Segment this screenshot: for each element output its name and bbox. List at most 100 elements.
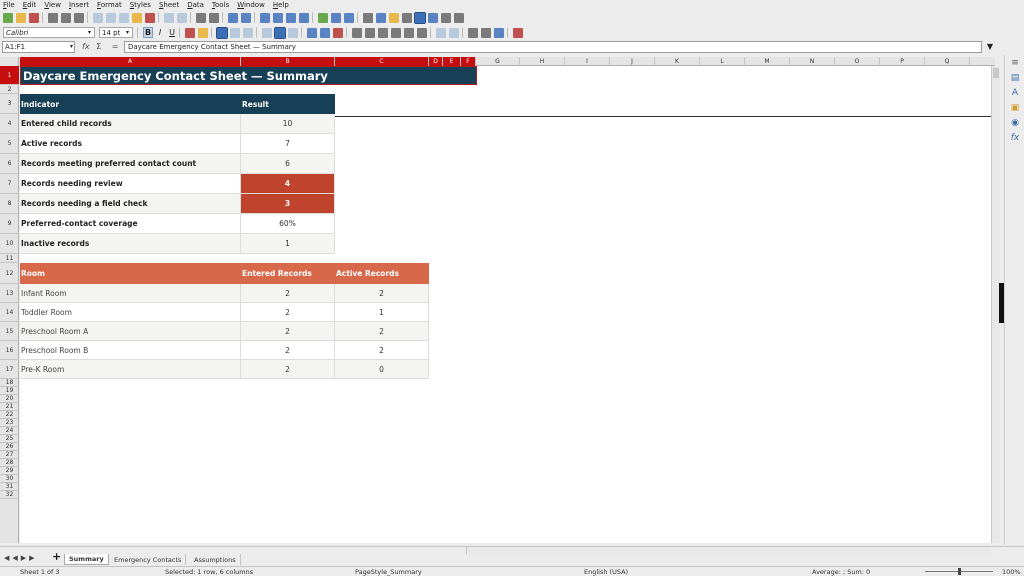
tab-emergency-contacts[interactable]: Emergency Contacts: [110, 554, 187, 565]
save-icon[interactable]: [29, 12, 39, 23]
row-header[interactable]: 20: [0, 395, 19, 403]
equals-icon[interactable]: =: [112, 42, 119, 51]
column-header[interactable]: F: [461, 57, 476, 66]
horizontal-scrollbar[interactable]: [466, 547, 991, 554]
font-color-icon[interactable]: [185, 27, 195, 38]
underline-button[interactable]: U: [167, 28, 177, 37]
room-name-cell[interactable]: Preschool Room B: [20, 341, 241, 360]
border-color-icon[interactable]: [494, 27, 504, 38]
print-icon[interactable]: [61, 12, 71, 23]
menu-tools[interactable]: Tools: [212, 1, 229, 9]
row-header[interactable]: 23: [0, 419, 19, 427]
autofilter-icon[interactable]: [299, 12, 309, 23]
room-entered-cell[interactable]: 2: [241, 360, 335, 379]
row-icon[interactable]: [228, 12, 238, 23]
percent-format-icon[interactable]: [365, 27, 375, 38]
room-name-cell[interactable]: Toddler Room: [20, 303, 241, 322]
chevron-down-icon[interactable]: ▾: [124, 29, 131, 36]
room-name-cell[interactable]: Preschool Room A: [20, 322, 241, 341]
menu-file[interactable]: File: [3, 1, 15, 9]
summary-result-cell[interactable]: 60%: [241, 214, 335, 234]
freeze-rows-columns-icon[interactable]: [428, 12, 438, 23]
merge-center-icon[interactable]: [320, 27, 330, 38]
room-active-cell[interactable]: 1: [335, 303, 429, 322]
column-header[interactable]: Q: [925, 57, 970, 66]
summary-indicator-cell[interactable]: Active records: [20, 134, 241, 154]
chevron-down-icon[interactable]: ▾: [70, 42, 73, 52]
pivot-table-icon[interactable]: [344, 12, 354, 23]
sort-icon[interactable]: [260, 12, 270, 23]
row-header[interactable]: 11: [0, 254, 19, 263]
aggregate-status[interactable]: Average: ; Sum: 0: [812, 568, 870, 576]
row-header[interactable]: 28: [0, 459, 19, 467]
new-document-icon[interactable]: [3, 12, 13, 23]
border-style-icon[interactable]: [481, 27, 491, 38]
row-header[interactable]: 22: [0, 411, 19, 419]
copy-icon[interactable]: [106, 12, 116, 23]
language-status[interactable]: English (USA): [584, 568, 628, 576]
expand-formula-icon[interactable]: ▼: [983, 41, 997, 53]
menu-insert[interactable]: Insert: [69, 1, 89, 9]
formula-input[interactable]: Daycare Emergency Contact Sheet — Summar…: [124, 41, 982, 53]
hyperlink-icon[interactable]: [376, 12, 386, 23]
add-decimal-icon[interactable]: [404, 27, 414, 38]
column-header[interactable]: O: [835, 57, 880, 66]
column-header[interactable]: B: [241, 57, 335, 66]
summary-indicator-cell[interactable]: Records needing a field check: [20, 194, 241, 214]
column-header[interactable]: D: [429, 57, 443, 66]
room-active-cell[interactable]: 0: [335, 360, 429, 379]
number-format-icon[interactable]: [378, 27, 388, 38]
bold-button[interactable]: B: [143, 27, 153, 38]
print-preview-icon[interactable]: [74, 12, 84, 23]
row-header[interactable]: 16: [0, 341, 19, 360]
menu-styles[interactable]: Styles: [130, 1, 151, 9]
special-character-icon[interactable]: [363, 12, 373, 23]
room-header-entered[interactable]: Entered Records: [241, 263, 335, 284]
summary-indicator-cell[interactable]: Entered child records: [20, 114, 241, 134]
insert-chart-icon[interactable]: [331, 12, 341, 23]
function-wizard-icon[interactable]: fx: [82, 42, 90, 51]
add-sheet-icon[interactable]: +: [52, 551, 61, 562]
menu-edit[interactable]: Edit: [23, 1, 37, 9]
summary-result-cell[interactable]: 6: [241, 154, 335, 174]
summary-header-indicator[interactable]: Indicator: [20, 94, 241, 114]
highlight-color-icon[interactable]: [198, 27, 208, 38]
show-draw-functions-icon[interactable]: [454, 12, 464, 23]
increase-indent-icon[interactable]: [436, 27, 446, 38]
column-header[interactable]: K: [655, 57, 700, 66]
menu-format[interactable]: Format: [97, 1, 122, 9]
room-active-cell[interactable]: 2: [335, 284, 429, 303]
row-header[interactable]: 9: [0, 214, 19, 234]
column-header[interactable]: L: [700, 57, 745, 66]
room-active-cell[interactable]: 2: [335, 341, 429, 360]
menu-data[interactable]: Data: [187, 1, 204, 9]
row-header[interactable]: 19: [0, 387, 19, 395]
undo-icon[interactable]: [164, 12, 174, 23]
summary-indicator-cell[interactable]: Records meeting preferred contact count: [20, 154, 241, 174]
summary-header-result[interactable]: Result: [241, 94, 335, 114]
currency-format-icon[interactable]: [352, 27, 362, 38]
name-box[interactable]: A1:F1 ▾: [2, 41, 75, 53]
row-header[interactable]: 10: [0, 234, 19, 254]
export-pdf-icon[interactable]: [48, 12, 58, 23]
date-format-icon[interactable]: [391, 27, 401, 38]
row-header[interactable]: 30: [0, 475, 19, 483]
row-header[interactable]: 1: [0, 66, 19, 85]
column-header[interactable]: G: [476, 57, 520, 66]
gallery-icon[interactable]: ▣: [1010, 103, 1020, 113]
summary-result-cell[interactable]: 10: [241, 114, 335, 134]
sort-ascending-icon[interactable]: [273, 12, 283, 23]
styles-icon[interactable]: A: [1010, 88, 1020, 98]
room-name-cell[interactable]: Infant Room: [20, 284, 241, 303]
summary-result-cell[interactable]: 3: [241, 194, 335, 214]
room-header-active[interactable]: Active Records: [335, 263, 429, 284]
row-header[interactable]: 6: [0, 154, 19, 174]
row-header[interactable]: 15: [0, 322, 19, 341]
row-header[interactable]: 24: [0, 427, 19, 435]
row-header[interactable]: 31: [0, 483, 19, 491]
align-top-icon[interactable]: [262, 27, 272, 38]
column-header[interactable]: P: [880, 57, 925, 66]
column-icon[interactable]: [241, 12, 251, 23]
redo-icon[interactable]: [177, 12, 187, 23]
row-header[interactable]: 7: [0, 174, 19, 194]
